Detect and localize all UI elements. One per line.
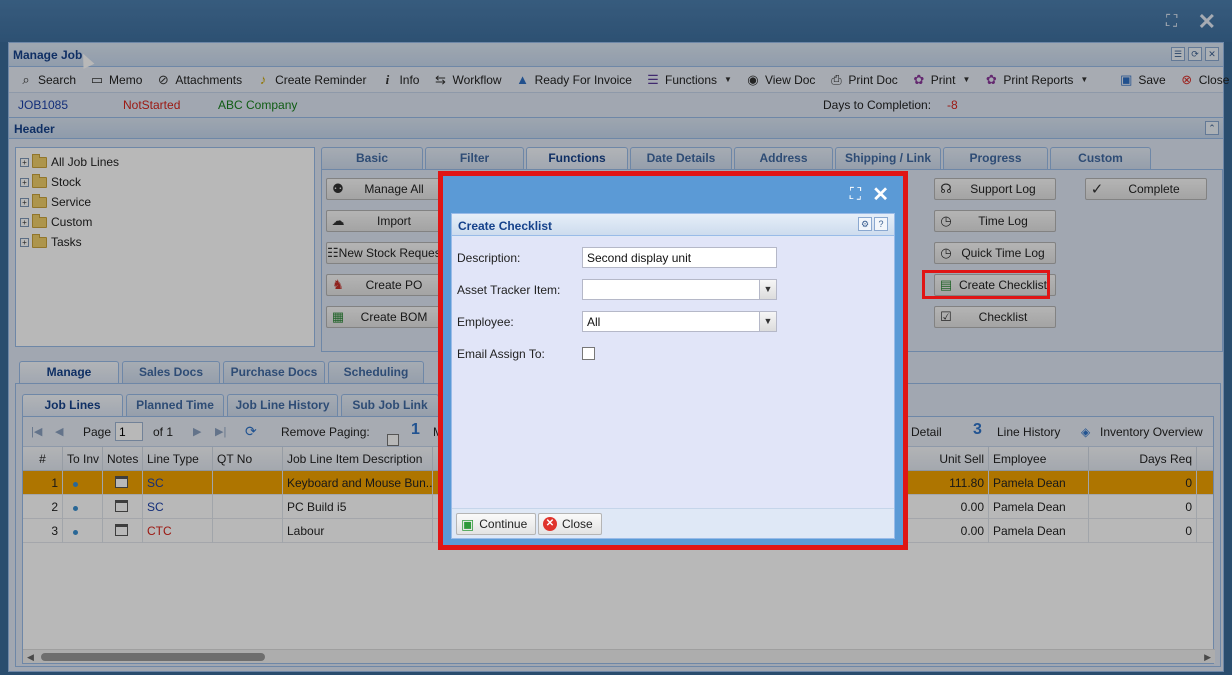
email-assign-checkbox[interactable] [582,347,595,360]
dialog-footer: ▣ Continue ✕ Close [452,508,894,538]
employee-label: Employee: [457,315,514,329]
employee-combo[interactable]: All ▼ [582,311,777,332]
save-icon: ▣ [461,515,475,532]
dialog-title-bar: Create Checklist ⚙ ? [452,214,894,236]
dialog-title: Create Checklist [458,219,553,233]
highlight-create-checklist [922,270,1050,299]
modal-header: ⛶ ✕ [443,176,903,212]
dialog-close-button[interactable]: ✕ Close [538,513,602,535]
create-checklist-modal: ⛶ ✕ Create Checklist ⚙ ? Description: As… [438,171,908,550]
employee-row: Employee: All ▼ [457,311,887,333]
chevron-down-icon[interactable]: ▼ [759,280,776,299]
chevron-down-icon[interactable]: ▼ [759,312,776,331]
close-circle-icon: ✕ [543,517,557,531]
settings-icon[interactable]: ⚙ [858,217,872,231]
description-row: Description: [457,247,887,269]
checklist-form: Description: Asset Tracker Item: ▼ Emplo… [452,237,894,509]
close-icon[interactable]: ✕ [872,182,889,207]
help-icon[interactable]: ? [874,217,888,231]
description-label: Description: [457,251,521,265]
maximize-icon[interactable]: ⛶ [850,186,861,204]
email-assign-row: Email Assign To: [457,343,887,365]
continue-button[interactable]: ▣ Continue [456,513,537,535]
email-assign-label: Email Assign To: [457,347,545,361]
asset-tracker-label: Asset Tracker Item: [457,283,561,297]
description-input[interactable] [582,247,777,268]
asset-tracker-combo[interactable]: ▼ [582,279,777,300]
create-checklist-panel: Create Checklist ⚙ ? Description: Asset … [451,213,895,539]
asset-tracker-row: Asset Tracker Item: ▼ [457,279,887,301]
